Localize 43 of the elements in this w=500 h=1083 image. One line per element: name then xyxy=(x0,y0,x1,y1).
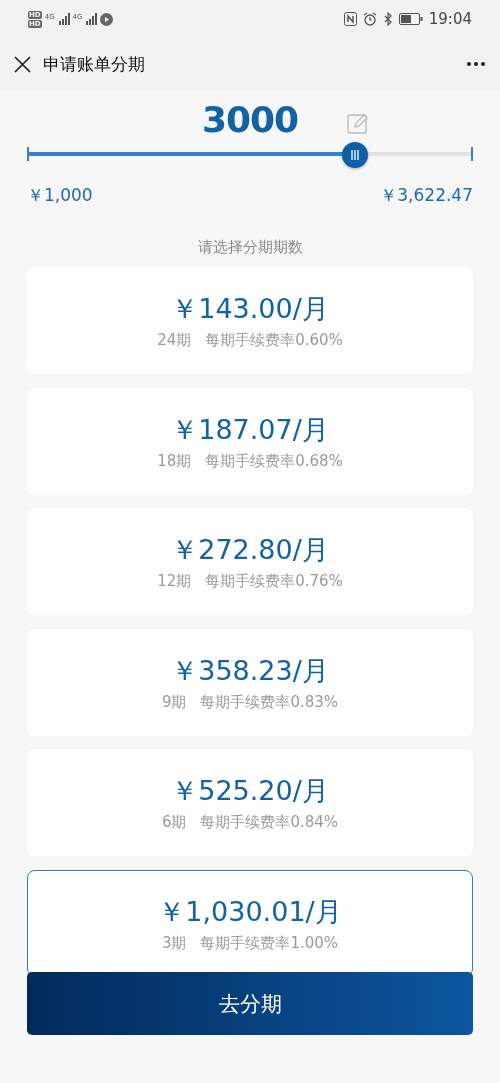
bluetooth-icon xyxy=(382,12,393,26)
nfc-icon xyxy=(343,12,357,26)
amount-value: 3000 xyxy=(201,98,299,140)
monthly-payment: ￥143.00/月 xyxy=(171,292,329,326)
page-title: 申请账单分期 xyxy=(43,52,146,76)
plan-fee-rate: 每期手续费率1.00% xyxy=(200,933,339,953)
amount-slider[interactable] xyxy=(27,142,473,166)
signal-icon xyxy=(85,13,98,25)
plan-term: 9期 xyxy=(161,692,187,712)
monthly-payment: ￥1,030.01/月 xyxy=(158,894,342,929)
plan-fee-rate: 每期手续费率0.83% xyxy=(200,692,339,712)
plan-term: 18期 xyxy=(157,451,192,471)
alarm-icon xyxy=(362,12,377,26)
plan-card[interactable]: ￥143.00/月 24期 每期手续费率0.60% xyxy=(27,267,473,374)
plan-fee-rate: 每期手续费率0.68% xyxy=(205,451,343,471)
submit-button[interactable]: 去分期 xyxy=(27,972,473,1035)
monthly-payment: ￥187.07/月 xyxy=(171,412,329,447)
plan-term: 6期 xyxy=(161,813,187,832)
plan-term: 12期 xyxy=(157,572,192,591)
term-prompt: 请选择分期期数 xyxy=(196,237,304,257)
play-icon xyxy=(100,12,114,26)
monthly-payment: ￥272.80/月 xyxy=(171,533,329,567)
plan-card[interactable]: ￥525.20/月 6期 每期手续费率0.84% xyxy=(27,749,473,856)
more-button[interactable] xyxy=(466,61,486,67)
battery-icon xyxy=(398,13,423,25)
slider-thumb[interactable] xyxy=(342,142,369,168)
plan-term: 24期 xyxy=(157,331,192,350)
close-button[interactable] xyxy=(14,55,31,73)
plan-fee-rate: 每期手续费率0.84% xyxy=(200,813,339,832)
plan-card[interactable]: ￥187.07/月 18期 每期手续费率0.68% xyxy=(27,387,473,495)
monthly-payment: ￥525.20/月 xyxy=(171,774,329,808)
plan-term: 3期 xyxy=(161,933,187,953)
signal-icon xyxy=(57,13,70,25)
max-amount: ￥3,622.47 xyxy=(380,184,473,207)
plan-card[interactable]: ￥272.80/月 12期 每期手续费率0.76% xyxy=(27,508,473,615)
plan-card[interactable]: ￥358.23/月 9期 每期手续费率0.83% xyxy=(27,628,473,736)
plan-fee-rate: 每期手续费率0.60% xyxy=(205,331,343,350)
close-icon xyxy=(14,55,31,73)
clock-time: 19:04 xyxy=(428,10,472,28)
monthly-payment: ￥358.23/月 xyxy=(171,653,329,688)
plan-fee-rate: 每期手续费率0.76% xyxy=(205,572,343,591)
more-icon xyxy=(466,61,486,67)
min-amount: ￥1,000 xyxy=(27,184,93,207)
